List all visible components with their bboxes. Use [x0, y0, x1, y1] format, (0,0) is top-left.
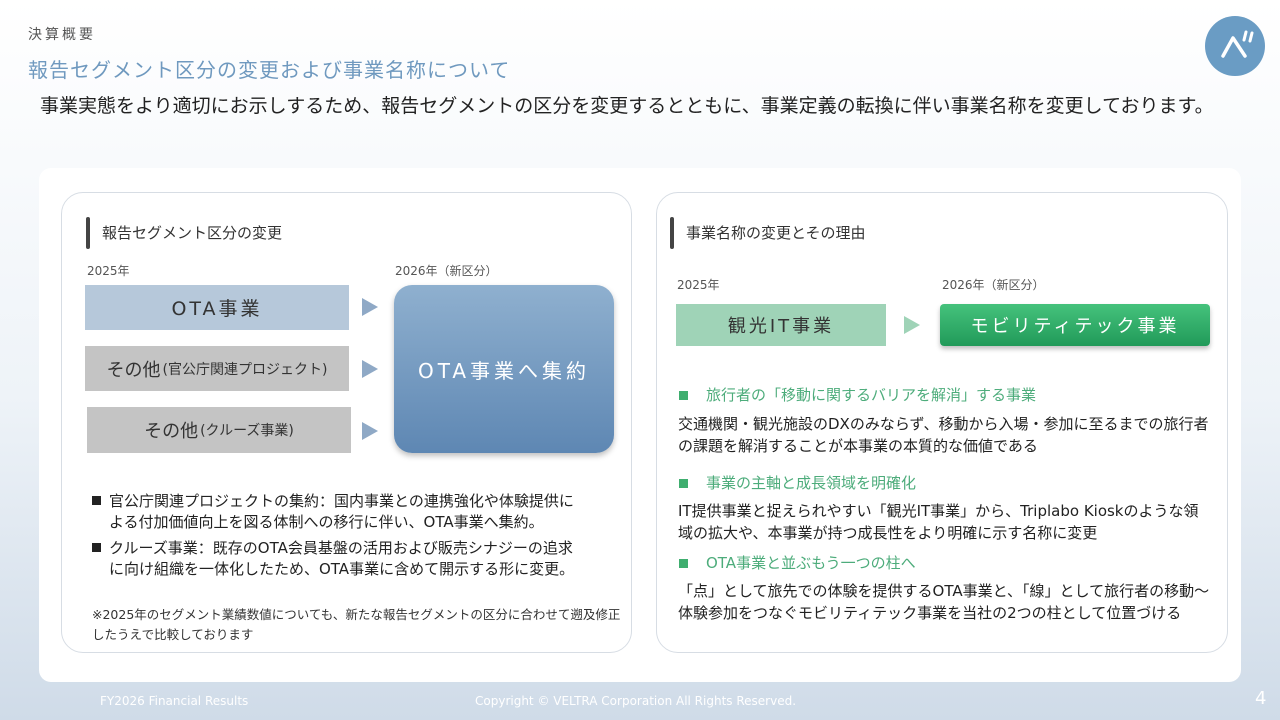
old-business-name-label: 観光IT事業 — [727, 316, 835, 337]
footer-report-name: FY2026 Financial Results — [100, 694, 249, 708]
bullet-item: クルーズ事業：既存のOTA会員基盤の活用および販売シナジーの追求 に向け組織を一… — [92, 538, 622, 580]
bullet-item: 官公庁関連プロジェクトの集約：国内事業との連携強化や体験提供に よる付加価値向上… — [92, 491, 622, 533]
segment-other-cruise: その他 (クルーズ事業) — [87, 407, 351, 453]
new-business-name: モビリティテック事業 — [940, 304, 1210, 346]
bullet-line: 官公庁関連プロジェクトの集約：国内事業との連携強化や体験提供に — [109, 492, 574, 510]
bullet-square-icon — [92, 543, 101, 552]
segment-change-heading: 報告セグメント区分の変更 — [102, 224, 283, 242]
page-number: 4 — [1255, 688, 1267, 709]
reason-heading: 旅行者の「移動に関するバリアを解消」する事業 — [679, 384, 1036, 405]
old-business-name: 観光IT事業 — [676, 304, 886, 346]
merged-segment-box: OTA事業へ集約 — [394, 285, 614, 453]
reason-text: 交通機関・観光施設のDXのみならず、移動から入場・参加に至るまでの旅行者の課題を… — [678, 415, 1209, 455]
heading-accent-bar — [670, 217, 674, 249]
segment-other-label: その他 — [106, 359, 161, 381]
segment-other-government: その他 (官公庁関連プロジェクト) — [85, 346, 349, 391]
green-square-icon — [679, 391, 688, 400]
lead-text: 事業実態をより適切にお示しするため、報告セグメントの区分を変更するとともに、事業… — [40, 95, 1214, 117]
reason-heading: 事業の主軸と成長領域を明確化 — [679, 472, 916, 493]
year-before-label: 2025年 — [677, 278, 720, 292]
arrow-right-icon — [362, 422, 378, 440]
footer-copyright: Copyright © VELTRA Corporation All Right… — [475, 694, 797, 708]
reason-text: IT提供事業と捉えられやすい「観光IT事業」から、Triplabo Kioskの… — [678, 502, 1199, 542]
bullet-line: クルーズ事業：既存のOTA会員基盤の活用および販売シナジーの追求 — [109, 539, 573, 557]
green-square-icon — [679, 559, 688, 568]
business-name-heading: 事業名称の変更とその理由 — [686, 224, 866, 242]
arrow-right-icon — [904, 316, 920, 334]
arrow-right-icon — [362, 298, 378, 316]
segment-other-label: その他 — [144, 421, 199, 442]
arrow-right-icon — [362, 360, 378, 378]
year-before-label: 2025年 — [87, 264, 130, 278]
reason-heading: OTA事業と並ぶもう一つの柱へ — [679, 552, 916, 573]
heading-accent-bar — [86, 217, 90, 249]
bullet-square-icon — [92, 496, 101, 505]
green-square-icon — [679, 479, 688, 488]
footnote: ※2025年のセグメント業績数値についても、新たな報告セグメントの区分に合わせて… — [92, 607, 621, 642]
bullet-line: よる付加価値向上を図る体制への移行に伴い、OTA事業へ集約。 — [109, 513, 544, 531]
veltra-logo — [1205, 16, 1265, 76]
section-label: 決算概要 — [28, 27, 96, 43]
reason-title: OTA事業と並ぶもう一つの柱へ — [706, 554, 916, 572]
veltra-logo-icon — [1221, 30, 1254, 58]
new-business-name-label: モビリティテック事業 — [970, 316, 1180, 337]
segment-other-note: (官公庁関連プロジェクト) — [162, 361, 328, 378]
page-title: 報告セグメント区分の変更および事業名称について — [28, 58, 511, 82]
reason-title: 旅行者の「移動に関するバリアを解消」する事業 — [706, 386, 1037, 404]
merged-segment-label: OTA事業へ集約 — [417, 358, 591, 383]
reason-title: 事業の主軸と成長領域を明確化 — [706, 474, 917, 492]
year-after-label: 2026年（新区分） — [395, 264, 498, 278]
reason-text: 「点」として旅先での体験を提供するOTA事業と、「線」として旅行者の移動〜体験参… — [678, 582, 1210, 622]
segment-ota: OTA事業 — [85, 285, 349, 330]
segment-ota-label: OTA事業 — [171, 298, 263, 320]
segment-other-note: (クルーズ事業) — [200, 423, 294, 439]
year-after-label: 2026年（新区分） — [942, 278, 1045, 292]
bullet-line: に向け組織を一体化したため、OTA事業に含めて開示する形に変更。 — [109, 560, 575, 578]
